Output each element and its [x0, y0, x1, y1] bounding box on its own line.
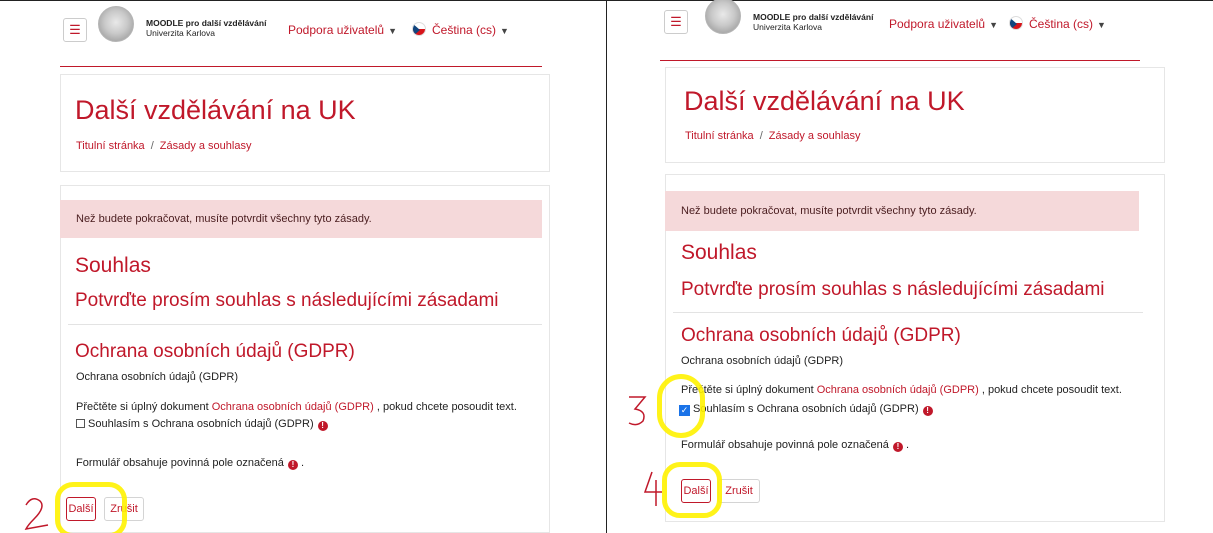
hamburger-icon[interactable]: ☰ — [664, 10, 688, 34]
annotation-highlight-next — [55, 482, 127, 533]
chevron-down-icon: ▼ — [989, 20, 998, 30]
breadcrumb: Titulní stránka / Zásady a souhlasy — [76, 140, 252, 152]
required-icon: ! — [892, 442, 903, 452]
language-menu[interactable]: Čeština (cs) ▼ — [412, 22, 509, 37]
university-seal-icon[interactable] — [705, 0, 741, 34]
breadcrumb-home-link[interactable]: Titulní stránka — [685, 130, 754, 142]
policy-title: Ochrana osobních údajů (GDPR) — [681, 325, 961, 346]
site-logo-text[interactable]: MOODLE pro další vzdělávání Univerzita K… — [146, 18, 266, 38]
handwritten-4-stroke — [643, 471, 662, 506]
policy-alert: Než budete pokračovat, musíte potvrdit v… — [665, 191, 1139, 231]
consent-subheading: Potvrďte prosím souhlas s následujícími … — [75, 290, 499, 311]
screenshot-right-panel: ☰ MOODLE pro další vzdělávání Univerzita… — [607, 0, 1213, 533]
site-logo-text[interactable]: MOODLE pro další vzdělávání Univerzita K… — [753, 12, 873, 32]
university-seal-icon[interactable] — [98, 6, 134, 42]
annotation-step-3 — [628, 396, 647, 426]
breadcrumb-home-link[interactable]: Titulní stránka — [76, 140, 145, 152]
chevron-down-icon: ▼ — [388, 26, 397, 36]
consent-heading: Souhlas — [681, 241, 757, 264]
screenshot-left-panel: ☰ MOODLE pro další vzdělávání Univerzita… — [0, 0, 607, 533]
policy-read-text: Přečtěte si úplný dokument Ochrana osobn… — [76, 401, 517, 413]
section-divider — [673, 312, 1143, 313]
policy-summary: Ochrana osobních údajů (GDPR) — [681, 355, 844, 367]
support-menu[interactable]: Podpora uživatelů ▼ — [288, 23, 397, 37]
header-divider — [660, 60, 1140, 61]
annotation-step-2 — [24, 498, 49, 531]
required-icon: ! — [287, 460, 298, 470]
breadcrumb: Titulní stránka / Zásady a souhlasy — [685, 130, 861, 142]
agree-checkbox[interactable] — [76, 419, 85, 428]
language-menu[interactable]: Čeština (cs) ▼ — [1009, 16, 1106, 31]
support-menu[interactable]: Podpora uživatelů ▼ — [889, 17, 998, 31]
chevron-down-icon: ▼ — [500, 26, 509, 36]
policy-title: Ochrana osobních údajů (GDPR) — [75, 341, 355, 362]
hamburger-icon[interactable]: ☰ — [63, 18, 87, 42]
navbar: ☰ MOODLE pro další vzdělávání Univerzita… — [607, 0, 1213, 60]
agree-checkbox-row[interactable]: ✓ Souhlasím s Ochrana osobních údajů (GDP… — [679, 403, 933, 416]
policy-document-link[interactable]: Ochrana osobních údajů (GDPR) — [212, 401, 374, 413]
section-divider — [68, 324, 542, 325]
consent-subheading: Potvrďte prosím souhlas s následujícími … — [681, 279, 1105, 300]
breadcrumb-current-link[interactable]: Zásady a souhlasy — [160, 140, 252, 152]
required-note: Formulář obsahuje povinná pole označená!… — [681, 439, 910, 452]
required-icon: ! — [922, 406, 933, 416]
header-divider — [60, 66, 542, 67]
annotation-highlight-checkbox — [657, 374, 705, 438]
page-title: Další vzdělávání na UK — [684, 86, 965, 116]
required-icon: ! — [317, 421, 328, 431]
page-title: Další vzdělávání na UK — [75, 95, 356, 125]
handwritten-3-stroke — [628, 396, 647, 426]
agree-checkbox-row[interactable]: Souhlasím s Ochrana osobních údajů (GDPR… — [76, 418, 328, 431]
required-note: Formulář obsahuje povinná pole označená!… — [76, 457, 305, 470]
breadcrumb-current-link[interactable]: Zásady a souhlasy — [769, 130, 861, 142]
chevron-down-icon: ▼ — [1097, 20, 1106, 30]
policy-document-link[interactable]: Ochrana osobních údajů (GDPR) — [817, 384, 979, 396]
czech-flag-icon — [1009, 16, 1023, 30]
policy-read-text: Přečtěte si úplný dokument Ochrana osobn… — [681, 384, 1122, 396]
cancel-button[interactable]: Zrušit — [718, 479, 760, 503]
annotation-highlight-next — [662, 462, 722, 518]
policy-alert: Než budete pokračovat, musíte potvrdit v… — [60, 200, 542, 238]
annotation-step-4 — [643, 471, 662, 506]
handwritten-2-stroke — [24, 498, 49, 531]
consent-heading: Souhlas — [75, 254, 151, 277]
policy-summary: Ochrana osobních údajů (GDPR) — [76, 371, 239, 383]
navbar: ☰ MOODLE pro další vzdělávání Univerzita… — [0, 0, 606, 60]
czech-flag-icon — [412, 22, 426, 36]
